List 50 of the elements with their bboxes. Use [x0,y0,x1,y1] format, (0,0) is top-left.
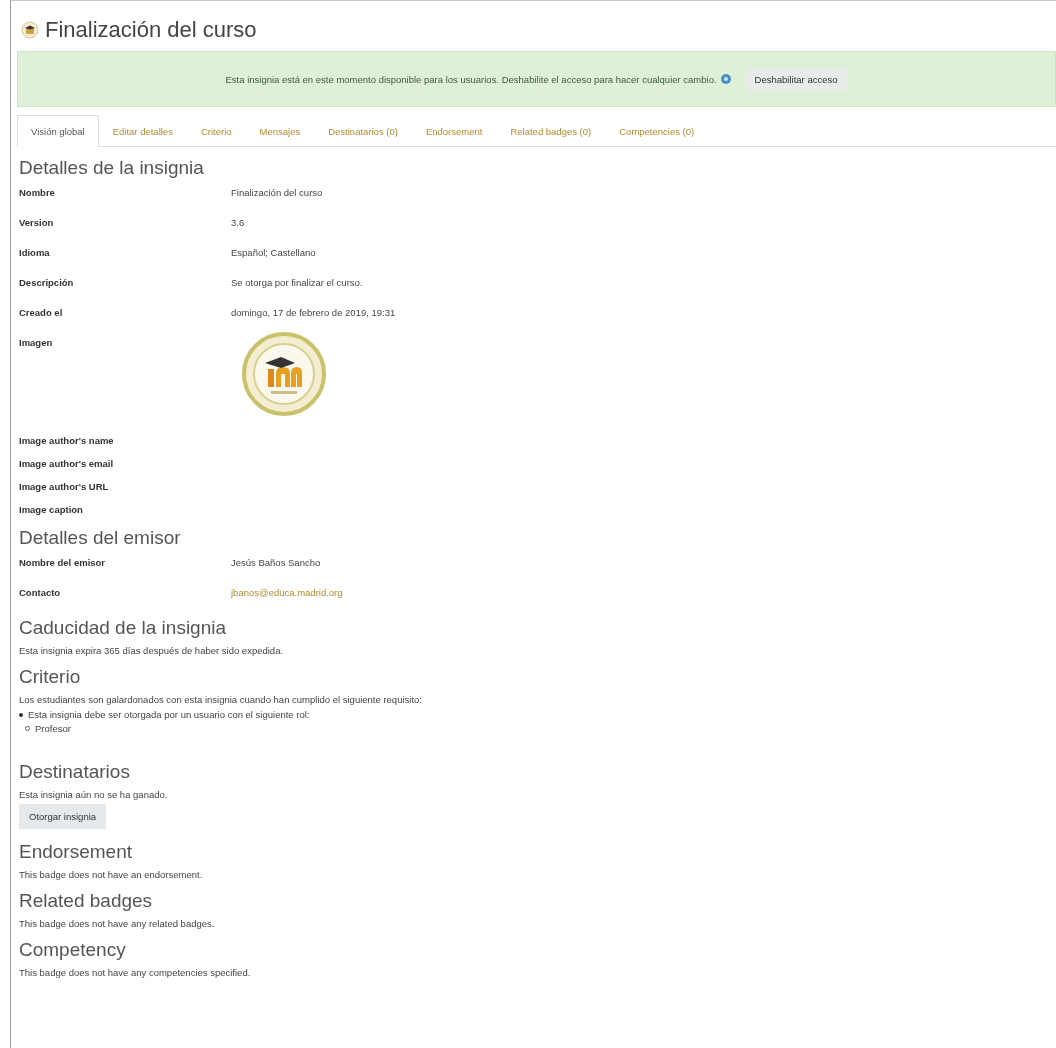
field-value: domingo, 17 de febrero de 2019, 19:31 [231,306,396,318]
section-heading: Caducidad de la insignia [19,616,228,640]
tab[interactable]: Visión global [17,115,99,147]
field-value: Español; Castellano [231,246,316,258]
tab[interactable]: Editar detalles [98,115,187,147]
page-title: Finalización del curso [45,17,257,43]
field-value: Jesús Baños Sancho [231,556,321,568]
field-value: Finalización del curso [231,186,323,198]
tab[interactable]: Mensajes [245,115,315,147]
field-label: Contacto [19,586,62,598]
section-text: Esta insignia aún no se ha ganado. [19,789,169,800]
disable-access-button[interactable]: Deshabilitar acceso [744,67,848,91]
section-text: This badge does not have any related badges. [19,918,216,929]
alert-message: Esta insignia está en este momento disponible para los usuarios. Deshabilite el acceso para hacer cualquier cambio. [225,73,717,85]
section-heading: Competency [19,938,127,962]
section-text: This badge does not have any competencies specified. [19,967,252,978]
help-icon[interactable] [720,74,731,84]
field-label: Nombre [19,186,56,198]
field-label: Version [19,216,55,228]
section-text: Los estudiantes son galardonados con esta insignia cuando han cumplido el siguiente requisito: [19,694,423,705]
field-label: Image author's name [19,434,115,446]
field-label: Image caption [19,503,84,515]
section-heading: Related badges [19,889,154,913]
field-label: Image author's email [19,457,115,469]
tab[interactable]: Endorsement [411,115,497,147]
section-text: This badge does not have an endorsement. [19,869,204,880]
section-heading: Criterio [19,665,82,689]
field-label: Image author's URL [19,480,110,492]
field-label: Imagen [19,336,54,348]
award-badge-button[interactable]: Otorgar insignia [19,804,107,829]
field-value: 3.6 [231,216,245,228]
tab[interactable]: Destinatarios (0) [314,115,412,147]
field-value: Se otorga por finalizar el curso. [231,276,363,288]
section-heading: Endorsement [19,840,133,864]
tab[interactable]: Competencies (0) [605,115,709,147]
section-text: Esta insignia expira 365 días después de haber sido expedida. [19,645,285,656]
bullet-icon [19,712,23,717]
field-label: Idioma [19,246,51,258]
tab[interactable]: Related badges (0) [496,115,606,147]
section-heading: Destinatarios [19,760,131,784]
field-label: Descripción [19,276,75,288]
badge-icon [21,21,39,39]
field-label: Creado el [19,306,64,318]
section-heading: Detalles de la insignia [19,156,205,180]
criterion-text: Esta insignia debe ser otorgada por un usuario con el siguiente rol: [28,709,310,720]
tab[interactable]: Criterio [186,115,246,147]
email-link[interactable]: jbanos@educa.madrid.org [231,581,343,598]
criterion-text: Profesor [35,723,71,734]
field-label: Nombre del emisor [19,556,107,568]
section-heading: Detalles del emisor [19,526,182,550]
